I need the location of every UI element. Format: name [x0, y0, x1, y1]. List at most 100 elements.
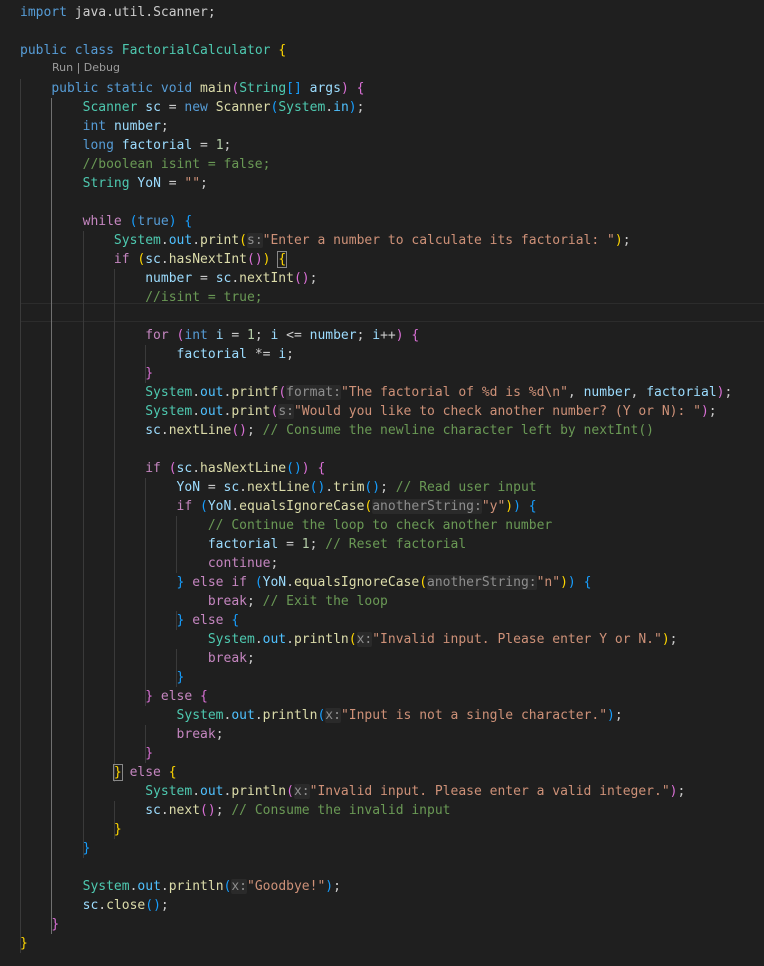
- code-line[interactable]: YoN = sc.nextLine().trim(); // Read user…: [20, 478, 537, 497]
- code-token: (: [231, 81, 240, 96]
- code-line[interactable]: if (sc.hasNextLine()) {: [20, 459, 325, 478]
- code-line[interactable]: while (true) {: [20, 212, 193, 231]
- code-line[interactable]: import java.util.Scanner;: [20, 3, 216, 22]
- code-token: break: [176, 727, 216, 742]
- code-token: nextLine: [247, 480, 310, 495]
- codelens-separator: |: [73, 61, 84, 74]
- code-token: sc: [223, 480, 240, 495]
- code-token: YoN: [176, 480, 201, 495]
- code-line[interactable]: System.out.println(x:"Goodbye!");: [20, 877, 341, 896]
- code-token: ;: [215, 727, 224, 742]
- code-token: (): [309, 480, 326, 495]
- code-line[interactable]: sc.next(); // Consume the invalid input: [20, 801, 450, 820]
- code-token: .: [286, 632, 294, 647]
- code-token: else: [192, 613, 232, 628]
- code-line[interactable]: System.out.println(x:"Invalid input. Ple…: [20, 782, 685, 801]
- code-line[interactable]: }: [20, 934, 28, 953]
- code-line[interactable]: }: [20, 668, 185, 687]
- code-token: ;: [207, 5, 216, 20]
- codelens-debug-link[interactable]: Debug: [84, 61, 120, 74]
- code-token: System: [113, 233, 161, 248]
- code-line[interactable]: break;: [20, 725, 224, 744]
- code-line[interactable]: for (int i = 1; i <= number; i++) {: [20, 326, 419, 345]
- code-line[interactable]: number = sc.nextInt();: [20, 269, 317, 288]
- code-editor[interactable]: Run | Debug import java.util.Scanner; pub…: [0, 0, 764, 966]
- code-line[interactable]: //isint = true;: [20, 288, 262, 307]
- code-line[interactable]: //boolean isint = false;: [20, 155, 271, 174]
- code-token: {: [231, 613, 240, 628]
- code-token: format:: [286, 385, 341, 400]
- code-token: {: [583, 575, 592, 590]
- code-token: ;: [270, 556, 279, 571]
- code-line[interactable]: System.out.print(s:"Enter a number to ca…: [20, 231, 631, 250]
- code-line[interactable]: System.out.print(s:"Would you like to ch…: [20, 402, 717, 421]
- code-token: ): [395, 328, 404, 343]
- code-line[interactable]: System.out.println(x:"Invalid input. Ple…: [20, 630, 677, 649]
- code-token: ): [700, 404, 709, 419]
- code-token: i: [278, 347, 287, 362]
- code-line[interactable]: } else {: [20, 763, 177, 782]
- code-line[interactable]: public static void main(String[] args) {: [20, 79, 364, 98]
- code-line[interactable]: // Continue the loop to check another nu…: [20, 516, 552, 535]
- code-line[interactable]: }: [20, 364, 153, 383]
- code-line[interactable]: int number;: [20, 117, 169, 136]
- code-line[interactable]: }: [20, 820, 122, 839]
- code-line[interactable]: String YoN = "";: [20, 174, 208, 193]
- code-line[interactable]: } else if (YoN.equalsIgnoreCase(anotherS…: [20, 573, 591, 592]
- code-line[interactable]: }: [20, 839, 91, 858]
- code-token: // Continue the loop to check another nu…: [207, 518, 553, 533]
- code-token: }: [145, 689, 154, 704]
- code-token: {: [168, 765, 177, 780]
- code-token: =: [160, 176, 185, 191]
- code-line[interactable]: sc.close();: [20, 896, 169, 915]
- code-line[interactable]: if (sc.hasNextInt()) {: [20, 250, 288, 269]
- code-line[interactable]: System.out.printf(format:"The factorial …: [20, 383, 732, 402]
- code-token: ;: [309, 271, 318, 286]
- code-line[interactable]: if (YoN.equalsIgnoreCase(anotherString:"…: [20, 497, 537, 516]
- code-line[interactable]: public class FactorialCalculator {: [20, 41, 286, 60]
- code-line[interactable]: factorial = 1; // Reset factorial: [20, 535, 466, 554]
- code-token: ;: [380, 480, 388, 495]
- code-line[interactable]: }: [20, 744, 153, 763]
- code-line[interactable]: System.out.println(x:"Input is not a sin…: [20, 706, 623, 725]
- code-line[interactable]: sc.nextLine(); // Consume the newline ch…: [20, 421, 654, 440]
- code-token: ): [560, 575, 568, 590]
- code-token: "Invalid input. Please enter Y or N.": [372, 632, 662, 647]
- code-line[interactable]: }: [20, 915, 59, 934]
- code-token: println: [168, 879, 224, 894]
- code-line[interactable]: Scanner sc = new Scanner(System.in);: [20, 98, 365, 117]
- code-token: else: [192, 575, 232, 590]
- code-token: ;: [677, 784, 686, 799]
- code-token: .: [192, 233, 201, 248]
- code-token: ;: [160, 898, 169, 913]
- code-token: .: [254, 708, 263, 723]
- code-token: }: [51, 917, 60, 932]
- code-token: ;: [215, 803, 224, 818]
- code-token: ;: [356, 328, 373, 343]
- code-token: out: [168, 233, 193, 248]
- code-line[interactable]: break; // Exit the loop: [20, 592, 388, 611]
- code-line[interactable]: } else {: [20, 687, 208, 706]
- code-line[interactable]: } else {: [20, 611, 240, 630]
- code-line[interactable]: factorial *= i;: [20, 345, 294, 364]
- code-token: .: [160, 423, 169, 438]
- code-line[interactable]: continue;: [20, 554, 278, 573]
- codelens-run-link[interactable]: Run: [52, 61, 73, 74]
- code-token: else: [129, 765, 169, 780]
- code-line[interactable]: break;: [20, 649, 255, 668]
- code-token: number: [113, 119, 161, 134]
- code-token: System: [82, 879, 130, 894]
- code-line[interactable]: long factorial = 1;: [20, 136, 232, 155]
- code-token: .: [286, 575, 294, 590]
- code-token: System: [176, 708, 224, 723]
